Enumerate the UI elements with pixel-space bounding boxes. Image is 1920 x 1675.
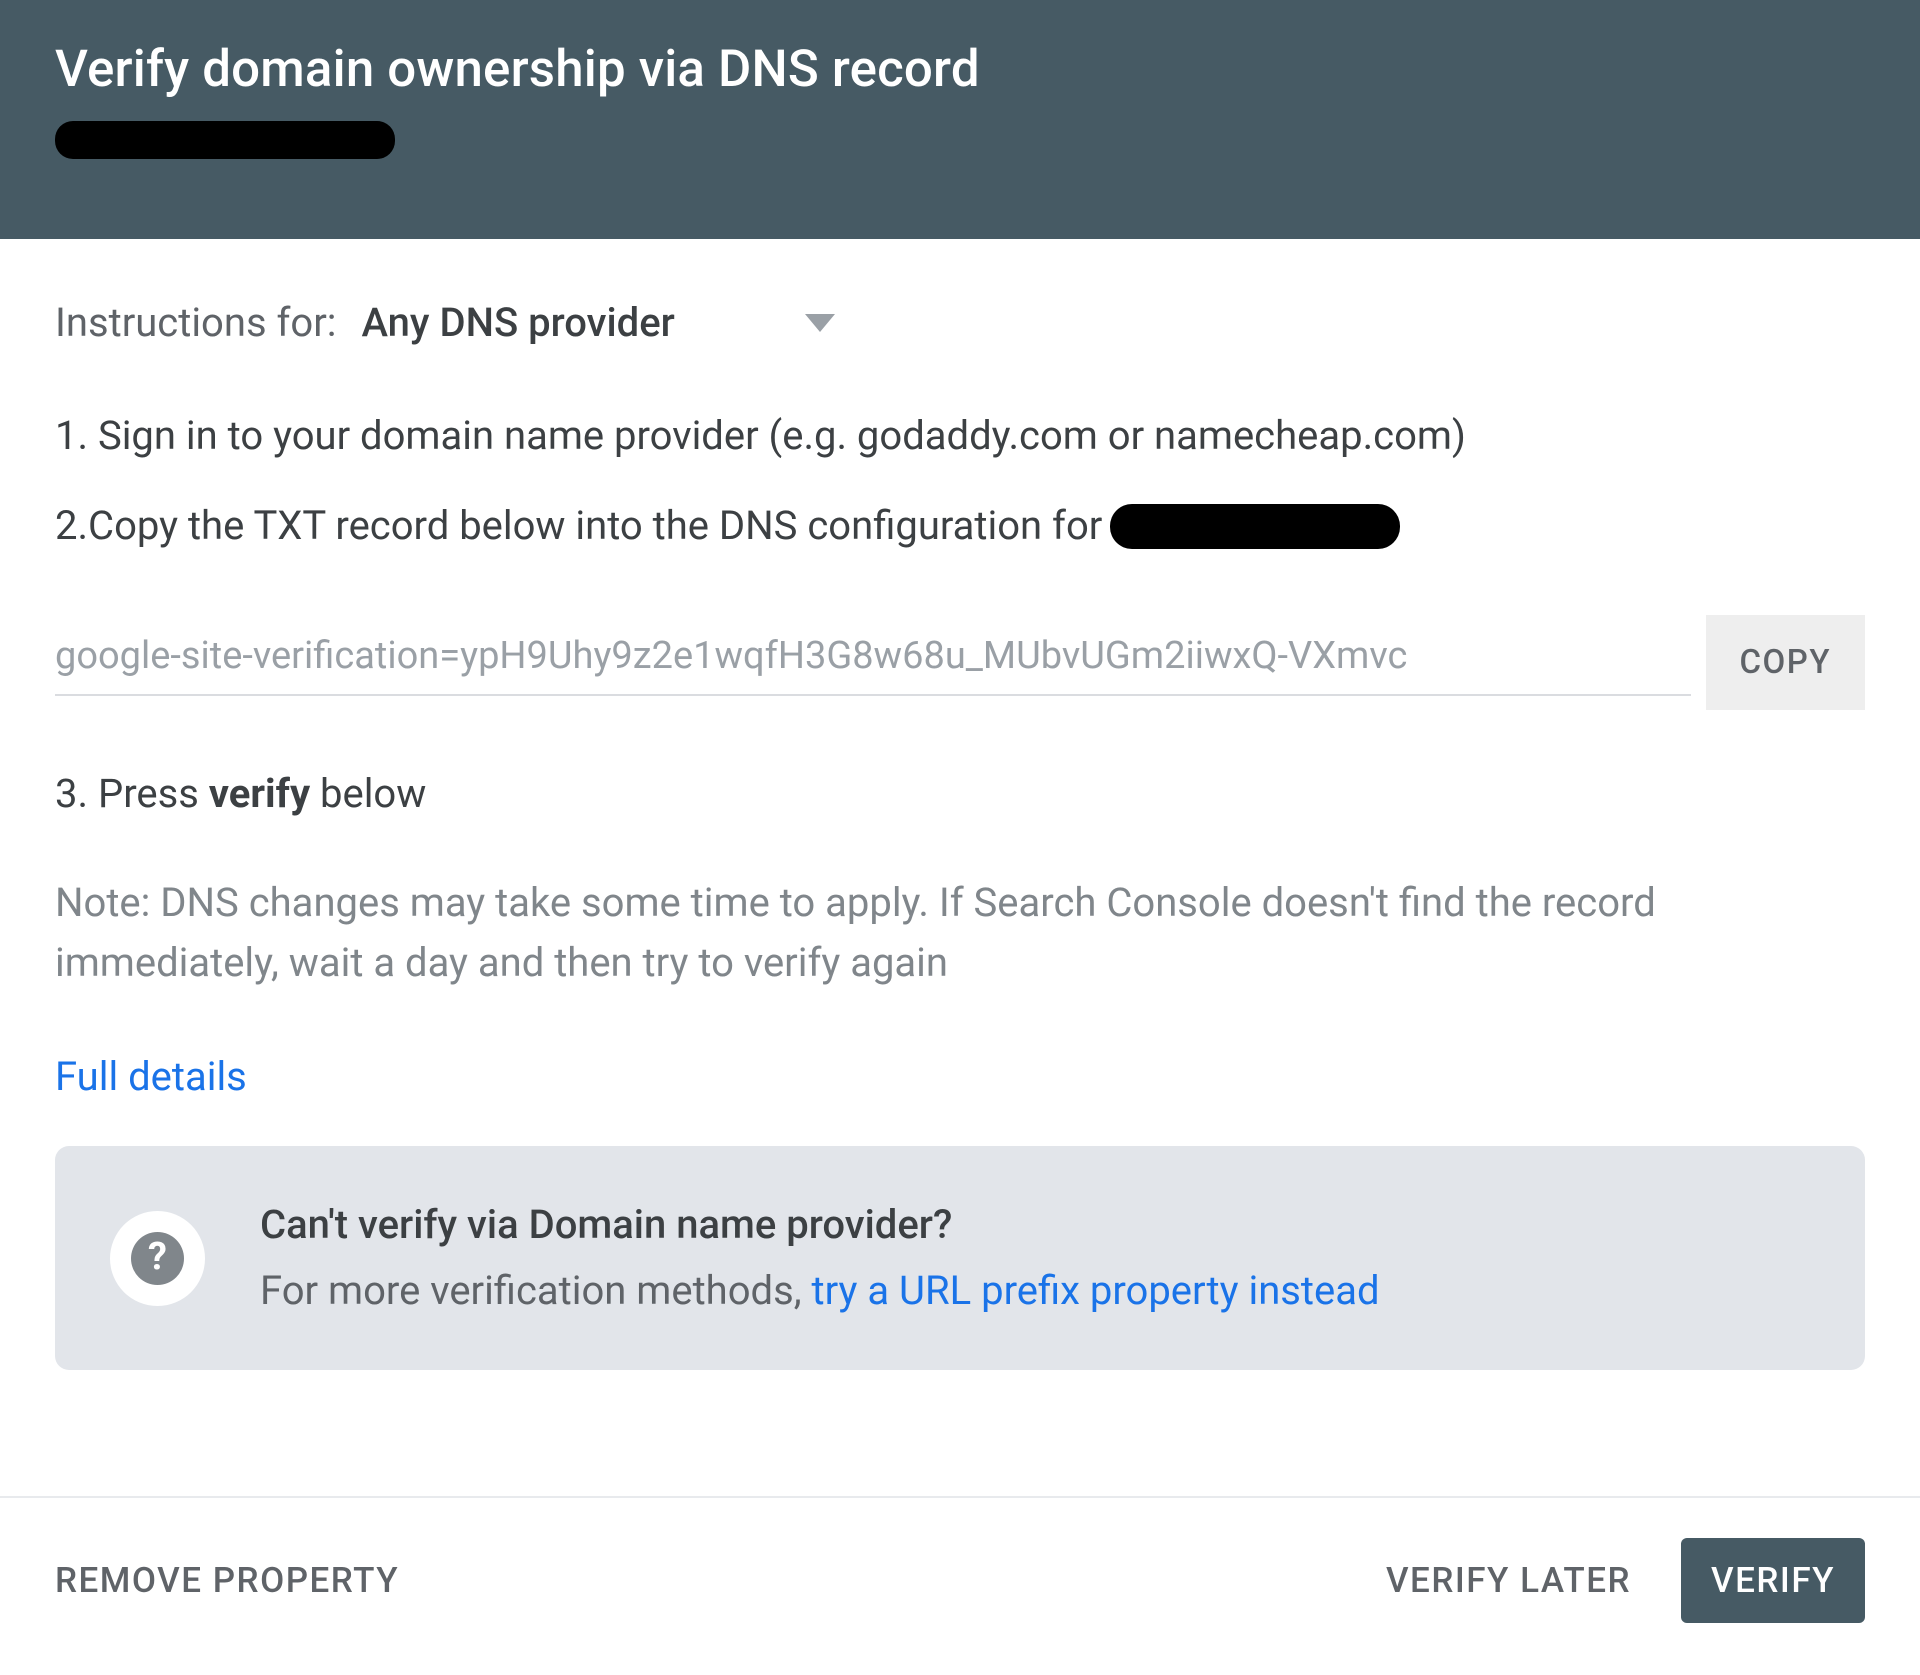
alt-verify-body: For more verification methods, try a URL… xyxy=(260,1262,1380,1320)
txt-record-row: google-site-verification=ypH9Uhy9z2e1wqf… xyxy=(55,615,1865,710)
redacted-domain-inline xyxy=(1110,504,1400,549)
dialog-content: Instructions for: Any DNS provider 1. Si… xyxy=(0,239,1920,1496)
full-details-link[interactable]: Full details xyxy=(55,1048,247,1106)
txt-record-input[interactable]: google-site-verification=ypH9Uhy9z2e1wqf… xyxy=(55,629,1691,696)
help-icon: ? xyxy=(110,1211,205,1306)
step-1: 1. Sign in to your domain name provider … xyxy=(55,407,1865,465)
copy-button[interactable]: COPY xyxy=(1706,615,1866,710)
dialog-header: Verify domain ownership via DNS record xyxy=(0,0,1920,239)
alt-verify-text: Can't verify via Domain name provider? F… xyxy=(260,1196,1380,1320)
step-3-b: below xyxy=(310,770,426,817)
dialog-footer: REMOVE PROPERTY VERIFY LATER VERIFY xyxy=(0,1496,1920,1675)
step-2: 2. Copy the TXT record below into the DN… xyxy=(55,497,1865,555)
step-3-prefix: 3. xyxy=(55,770,98,817)
verify-button[interactable]: VERIFY xyxy=(1681,1538,1865,1623)
url-prefix-link[interactable]: try a URL prefix property instead xyxy=(812,1267,1380,1314)
step-2-text: Copy the TXT record below into the DNS c… xyxy=(88,497,1102,555)
dns-provider-dropdown[interactable]: Any DNS provider xyxy=(361,294,834,352)
footer-actions: VERIFY LATER VERIFY xyxy=(1386,1538,1865,1623)
step-2-prefix: 2. xyxy=(55,497,88,555)
instructions-row: Instructions for: Any DNS provider xyxy=(55,294,1865,352)
remove-property-button[interactable]: REMOVE PROPERTY xyxy=(55,1560,399,1601)
verify-later-button[interactable]: VERIFY LATER xyxy=(1386,1560,1631,1601)
step-3-a: Press xyxy=(98,770,209,817)
step-3: 3. Press verify below xyxy=(55,765,1865,823)
step-3-bold: verify xyxy=(209,770,310,817)
redacted-domain xyxy=(55,121,395,159)
chevron-down-icon xyxy=(805,314,835,332)
dns-provider-selected: Any DNS provider xyxy=(361,294,674,352)
alt-verify-body-text: For more verification methods, xyxy=(260,1267,812,1314)
dns-note: Note: DNS changes may take some time to … xyxy=(55,873,1865,993)
question-mark-icon: ? xyxy=(131,1232,184,1285)
step-1-prefix: 1. xyxy=(55,412,98,459)
dialog-title: Verify domain ownership via DNS record xyxy=(55,40,1865,99)
instructions-label: Instructions for: xyxy=(55,294,336,352)
alt-verify-title: Can't verify via Domain name provider? xyxy=(260,1196,1380,1254)
alt-verify-card: ? Can't verify via Domain name provider?… xyxy=(55,1146,1865,1370)
verify-domain-dialog: Verify domain ownership via DNS record I… xyxy=(0,0,1920,1675)
step-1-text: Sign in to your domain name provider (e.… xyxy=(98,412,1466,459)
